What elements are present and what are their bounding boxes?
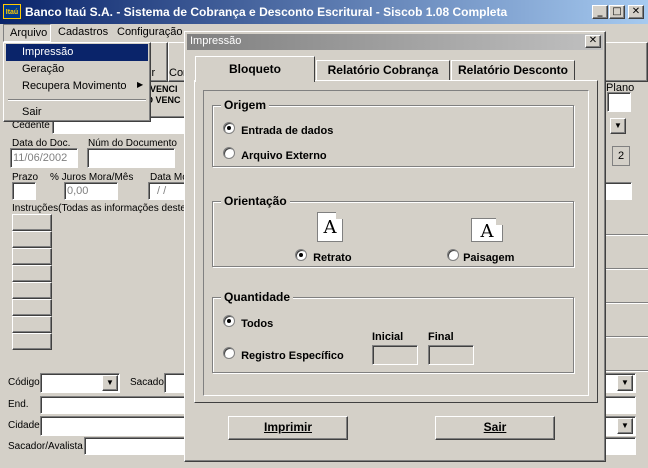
- imprimir-label: Imprimir: [263, 420, 312, 434]
- portrait-page-icon: A: [317, 212, 343, 242]
- quantidade-option-registro[interactable]: Registro Específico: [223, 347, 344, 362]
- tab-bloqueto[interactable]: Bloqueto: [195, 56, 315, 82]
- window-title: Banco Itaú S.A. - Sistema de Cobrança e …: [25, 5, 508, 19]
- landscape-page-icon: A: [471, 218, 503, 242]
- radio-label: Arquivo Externo: [241, 150, 327, 162]
- final-input[interactable]: [428, 345, 474, 365]
- num-doc-input[interactable]: [87, 148, 175, 168]
- radio-button[interactable]: [223, 122, 235, 134]
- tab-relatorio-desconto[interactable]: Relatório Desconto: [451, 60, 575, 80]
- codigo-label: Código: [8, 377, 40, 388]
- menu-cadastros[interactable]: Cadastros: [58, 26, 108, 38]
- quantidade-title: Quantidade: [221, 290, 294, 304]
- toolbar-right-panel: [600, 42, 648, 82]
- sair-button[interactable]: Sair: [435, 416, 555, 440]
- orientacao-title: Orientação: [221, 194, 290, 208]
- menu-item-sair[interactable]: Sair: [6, 104, 148, 121]
- main-title-bar: Itaú Banco Itaú S.A. - Sistema de Cobran…: [0, 0, 648, 24]
- inicial-input[interactable]: [372, 345, 418, 365]
- origem-option-arquivo[interactable]: Arquivo Externo: [223, 147, 327, 162]
- instrucoes-buttons: [12, 214, 52, 350]
- plano-dropdown-button[interactable]: ▼: [610, 118, 626, 134]
- instrucao-button[interactable]: [12, 333, 52, 350]
- origem-option-entrada[interactable]: Entrada de dados: [223, 122, 333, 137]
- itau-logo: Itaú: [3, 4, 21, 19]
- menu-item-geracao[interactable]: Geração: [6, 61, 148, 78]
- page-number: 2: [612, 146, 630, 166]
- instrucao-button[interactable]: [12, 231, 52, 248]
- final-label: Final: [428, 331, 454, 343]
- radio-button[interactable]: [223, 315, 235, 327]
- quantidade-group: Quantidade Todos Registro Específico Ini…: [212, 290, 574, 373]
- radio-button[interactable]: [223, 347, 235, 359]
- vencido-label-2: O VENC: [146, 95, 181, 105]
- origem-title: Origem: [221, 98, 270, 112]
- cidade-dropdown-button[interactable]: ▼: [617, 418, 633, 434]
- menu-separator: [8, 99, 146, 101]
- radio-label: Entrada de dados: [241, 125, 334, 137]
- imprimir-button[interactable]: Imprimir: [228, 416, 348, 440]
- radio-label: Paisagem: [463, 252, 515, 264]
- inicial-label: Inicial: [372, 331, 404, 343]
- origem-group: Origem Entrada de dados Arquivo Externo: [212, 98, 574, 167]
- menu-item-recupera-movimento[interactable]: Recupera Movimento: [6, 78, 148, 95]
- tab-relatorio-cobranca[interactable]: Relatório Cobrança: [316, 60, 450, 80]
- instrucao-button[interactable]: [12, 316, 52, 333]
- minimize-button[interactable]: _: [592, 5, 608, 19]
- quantidade-option-todos[interactable]: Todos: [223, 315, 273, 330]
- radio-label: Retrato: [313, 252, 352, 264]
- radio-label: Todos: [241, 318, 274, 330]
- vencido-label-1: VENCI: [150, 84, 178, 94]
- menu-arquivo[interactable]: Arquivo: [3, 24, 51, 42]
- instrucao-button[interactable]: [12, 282, 52, 299]
- orientacao-option-paisagem[interactable]: Paisagem: [447, 249, 514, 264]
- end-label: End.: [8, 399, 29, 410]
- radio-button[interactable]: [223, 147, 235, 159]
- codigo-dropdown-button[interactable]: ▼: [102, 375, 118, 391]
- close-button[interactable]: ✕: [628, 5, 644, 19]
- orientacao-option-retrato[interactable]: Retrato: [295, 249, 352, 264]
- impressao-dialog: Impressão ✕ Bloqueto Relatório Cobrança …: [184, 31, 606, 462]
- sair-label: Sair: [483, 420, 507, 434]
- radio-label: Registro Específico: [241, 350, 344, 362]
- menu-item-impressao[interactable]: Impressão: [6, 44, 148, 61]
- toolbar-button-ir[interactable]: ir: [148, 42, 168, 82]
- instrucao-button[interactable]: [12, 265, 52, 282]
- instrucao-button[interactable]: [12, 214, 52, 231]
- data-doc-input[interactable]: 11/06/2002: [10, 148, 78, 168]
- sacador-label: Sacador/Avalista: [8, 441, 83, 452]
- instrucoes-label: Instruções(Todas as informações deste b: [12, 203, 195, 214]
- instrucao-button[interactable]: [12, 299, 52, 316]
- arquivo-menu: Impressão Geração Recupera Movimento ▶ S…: [3, 42, 151, 122]
- dialog-title: Impressão: [190, 35, 242, 47]
- radio-button[interactable]: [447, 249, 459, 261]
- menu-configuracao[interactable]: Configuração: [117, 26, 182, 38]
- cidade-label: Cidade: [8, 420, 40, 431]
- sacado-dropdown-button[interactable]: ▼: [617, 375, 633, 391]
- prazo-input[interactable]: [12, 182, 36, 200]
- sacado-label: Sacado: [130, 377, 164, 388]
- submenu-arrow-icon: ▶: [137, 80, 144, 89]
- dialog-title-bar: Impressão ✕: [187, 34, 603, 50]
- maximize-button[interactable]: □: [609, 5, 625, 19]
- juros-input[interactable]: 0,00: [64, 182, 118, 200]
- bloqueto-content: Origem Entrada de dados Arquivo Externo …: [203, 90, 589, 396]
- orientacao-group: Orientação A A Retrato Paisagem: [212, 194, 574, 267]
- instrucao-button[interactable]: [12, 248, 52, 265]
- data-m-input[interactable]: / /: [148, 182, 188, 200]
- plano-input[interactable]: [607, 92, 631, 112]
- dialog-close-button[interactable]: ✕: [585, 35, 601, 48]
- radio-button[interactable]: [295, 249, 307, 261]
